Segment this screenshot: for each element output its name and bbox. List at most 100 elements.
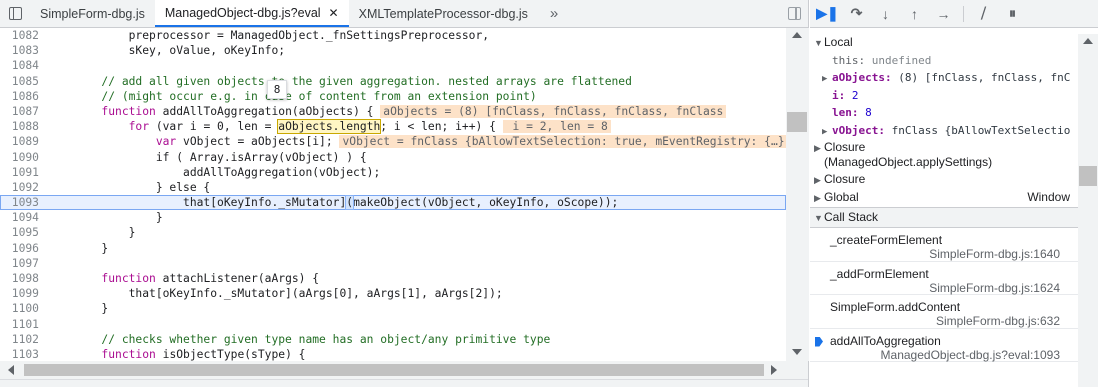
frame-location-link[interactable]: SimpleForm-dbg.js:1624: [929, 281, 1060, 295]
code-line[interactable]: 1095 }: [0, 225, 786, 240]
line-number[interactable]: 1082: [0, 28, 39, 43]
line-number[interactable]: 1102: [0, 332, 39, 347]
line-number[interactable]: 1084: [0, 58, 39, 73]
scope-var-aobjects[interactable]: ▶ aObjects: (8) [fnClass, fnClass, fnC: [810, 69, 1078, 87]
line-number[interactable]: 1083: [0, 43, 39, 58]
line-number[interactable]: 1092: [0, 180, 39, 195]
frame-location-link[interactable]: SimpleForm-dbg.js:1640: [929, 247, 1060, 261]
line-number[interactable]: 1101: [0, 317, 39, 332]
code-line[interactable]: 1098 function attachListener(aArgs) {: [0, 271, 786, 286]
code-line[interactable]: 1084: [0, 58, 786, 73]
line-number[interactable]: 1087: [0, 104, 39, 119]
code-line[interactable]: 1094 }: [0, 210, 786, 225]
step-into-button[interactable]: ↓: [874, 3, 897, 25]
code-line[interactable]: 1103 function isObjectType(sType) {: [0, 347, 786, 361]
line-number[interactable]: 1099: [0, 286, 39, 301]
scope-var-i[interactable]: i: 2: [810, 87, 1078, 105]
scroll-up-icon[interactable]: [1083, 38, 1093, 44]
frame-location-link[interactable]: ManagedObject-dbg.js?eval:1093: [881, 348, 1060, 362]
tab-simpleform[interactable]: SimpleForm-dbg.js: [30, 0, 155, 27]
editor-horizontal-scrollbar[interactable]: [0, 361, 808, 379]
scope-global-header[interactable]: ▶ Global Window: [810, 189, 1078, 207]
line-number[interactable]: 1093: [0, 195, 39, 210]
scope-closure2-header[interactable]: ▶ Closure: [810, 171, 1078, 189]
line-number[interactable]: 1091: [0, 165, 39, 180]
code-segment: preprocessor = ManagedObject._fnSettings…: [47, 29, 490, 42]
scroll-down-icon[interactable]: [792, 349, 802, 355]
callstack-frame[interactable]: SimpleForm.addContent SimpleForm-dbg.js:6…: [810, 295, 1078, 329]
code-line[interactable]: 1099 that[oKeyInfo._sMutator](aArgs[0], …: [0, 286, 786, 301]
tab-managedobject[interactable]: ManagedObject-dbg.js?eval ✕: [154, 0, 349, 27]
step-out-button[interactable]: ↑: [903, 3, 926, 25]
code-line[interactable]: 1092 } else {: [0, 180, 786, 195]
code-line[interactable]: 1097: [0, 256, 786, 271]
line-number[interactable]: 1098: [0, 271, 39, 286]
editor-vertical-scrollbar[interactable]: [786, 28, 809, 361]
code-line[interactable]: 1083 sKey, oValue, oKeyInfo;: [0, 43, 786, 58]
code-line[interactable]: 1089 var vObject = aObjects[i]; vObject …: [0, 134, 786, 149]
more-tabs-button[interactable]: »: [538, 0, 570, 27]
line-number[interactable]: 1089: [0, 134, 39, 149]
frame-location-link[interactable]: SimpleForm-dbg.js:632: [936, 314, 1060, 328]
code-line[interactable]: 1085 // add all given objects to the giv…: [0, 74, 786, 89]
sidebar-vertical-scrollbar[interactable]: [1078, 34, 1098, 387]
line-number[interactable]: 1085: [0, 74, 39, 89]
line-number[interactable]: 1095: [0, 225, 39, 240]
scrollbar-thumb[interactable]: [787, 112, 807, 132]
callstack-frame-current[interactable]: addAllToAggregation ManagedObject-dbg.js?…: [810, 329, 1078, 362]
line-number[interactable]: 1086: [0, 89, 39, 104]
scope-var-vobject[interactable]: ▶ vObject: fnClass {bAllowTextSelectio: [810, 122, 1078, 140]
scroll-up-icon[interactable]: [792, 32, 802, 38]
code-line[interactable]: 1102 // checks whether given type name h…: [0, 332, 786, 347]
code-line[interactable]: 1082 preprocessor = ManagedObject._fnSet…: [0, 28, 786, 43]
line-number[interactable]: 1088: [0, 119, 39, 134]
pause-on-exceptions-button[interactable]: ⏸: [1001, 3, 1024, 25]
callstack-header[interactable]: ▼Call Stack: [810, 207, 1078, 228]
close-icon[interactable]: ✕: [329, 6, 339, 20]
line-number[interactable]: 1094: [0, 210, 39, 225]
step-over-button[interactable]: ↷: [845, 3, 868, 25]
line-number[interactable]: 1103: [0, 347, 39, 361]
deactivate-breakpoints-button[interactable]: ⧸: [972, 3, 995, 25]
callstack-frame[interactable]: _addFormElement SimpleForm-dbg.js:1624: [810, 262, 1078, 295]
code-line[interactable]: 1090 if ( Array.isArray(vObject) ) {: [0, 150, 786, 165]
code-line[interactable]: 1087 function addAllToAggregation(aObjec…: [0, 104, 786, 119]
step-out-icon: ↑: [911, 5, 918, 22]
scope-local-header[interactable]: ▼Local: [810, 34, 1078, 52]
code-segment: makeObject(vObject, oKeyInfo, oScope));: [353, 196, 619, 210]
toggle-debugger-button[interactable]: [780, 0, 808, 27]
tab-xmltemplateprocessor[interactable]: XMLTemplateProcessor-dbg.js: [349, 0, 538, 27]
frame-function-name: _addFormElement: [830, 266, 929, 281]
line-number[interactable]: 1100: [0, 301, 39, 316]
scroll-left-icon[interactable]: [8, 365, 14, 375]
line-number[interactable]: 1096: [0, 241, 39, 256]
code-line[interactable]: 1091 addAllToAggregation(vObject);: [0, 165, 786, 180]
toggle-navigator-button[interactable]: [0, 0, 30, 27]
tab-label: SimpleForm-dbg.js: [40, 6, 145, 21]
scroll-right-icon[interactable]: [771, 365, 777, 375]
code-line-current[interactable]: 1093 that[oKeyInfo._sMutator](makeObject…: [0, 195, 786, 211]
scope-var-this[interactable]: this: undefined: [810, 52, 1078, 70]
step-button[interactable]: →: [932, 3, 955, 25]
callstack-frame[interactable]: _createFormElement SimpleForm-dbg.js:1640: [810, 228, 1078, 262]
scrollbar-thumb[interactable]: [1079, 166, 1097, 186]
code-keyword: var: [155, 135, 177, 149]
code-line[interactable]: 1100 }: [0, 301, 786, 316]
code-segment: addAllToAggregation(aObjects) {: [155, 104, 381, 118]
scope-var-len[interactable]: len: 8: [810, 104, 1078, 122]
chevron-right-icon: ▶: [814, 175, 821, 185]
code-line[interactable]: 1101: [0, 317, 786, 332]
scrollbar-thumb[interactable]: [24, 364, 764, 376]
code-line[interactable]: 1096 }: [0, 241, 786, 256]
code-line[interactable]: 1086 // (might occur e.g. in case of con…: [0, 89, 786, 104]
line-number[interactable]: 1097: [0, 256, 39, 271]
line-number[interactable]: 1090: [0, 150, 39, 165]
code-text: function isObjectType(sType) {: [47, 347, 305, 361]
code-editor[interactable]: 1082 preprocessor = ManagedObject._fnSet…: [0, 28, 786, 361]
code-text: for (var i = 0, len = aObjects.length; i…: [47, 119, 611, 135]
code-text: var vObject = aObjects[i]; vObject = fnC…: [47, 134, 786, 149]
step-into-icon: ↓: [882, 5, 889, 22]
code-line[interactable]: 1088 for (var i = 0, len = aObjects.leng…: [0, 119, 786, 135]
resume-button[interactable]: ▶❚: [816, 3, 839, 25]
